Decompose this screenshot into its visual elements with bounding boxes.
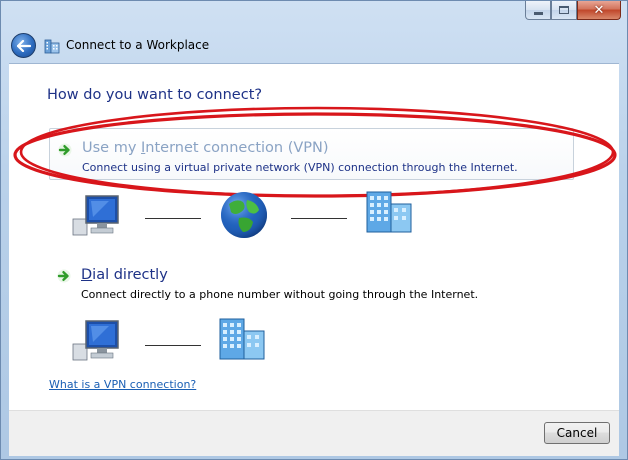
connection-line bbox=[291, 218, 347, 219]
caption-buttons: ✕ bbox=[525, 1, 621, 20]
page-heading: How do you want to connect? bbox=[47, 87, 263, 103]
dial-directly-option[interactable]: Dial directly Connect directly to a phon… bbox=[49, 265, 574, 305]
green-arrow-icon bbox=[58, 143, 72, 157]
wizard-footer: Cancel bbox=[9, 410, 619, 456]
vpn-option-title: Use my Internet connection (VPN) bbox=[82, 140, 329, 156]
connection-line bbox=[145, 345, 201, 346]
close-button[interactable]: ✕ bbox=[577, 1, 621, 20]
wizard-content: How do you want to connect? Use my Inter… bbox=[9, 63, 619, 410]
window-title: Connect to a Workplace bbox=[66, 38, 210, 52]
vpn-option[interactable]: Use my Internet connection (VPN) Connect… bbox=[49, 128, 574, 180]
maximize-button[interactable] bbox=[551, 1, 577, 20]
title-bar: ✕ Connect to a Workplace bbox=[1, 1, 627, 63]
vpn-help-link[interactable]: What is a VPN connection? bbox=[49, 378, 196, 391]
computer-icon bbox=[72, 195, 119, 236]
computer-icon bbox=[72, 320, 119, 361]
vpn-option-description: Connect using a virtual private network … bbox=[82, 161, 518, 174]
minimize-icon bbox=[533, 11, 543, 15]
connection-line bbox=[145, 218, 201, 219]
maximize-icon bbox=[559, 6, 569, 14]
back-button[interactable] bbox=[11, 33, 36, 58]
minimize-button[interactable] bbox=[525, 1, 551, 20]
workplace-app-icon bbox=[44, 39, 60, 54]
green-arrow-icon bbox=[57, 269, 71, 283]
cancel-button[interactable]: Cancel bbox=[544, 422, 610, 444]
connect-to-workplace-window: ✕ Connect to a Workplace How do you want… bbox=[0, 0, 628, 460]
workplace-building-icon bbox=[219, 318, 265, 360]
dial-option-description: Connect directly to a phone number witho… bbox=[81, 288, 479, 301]
close-icon: ✕ bbox=[593, 2, 605, 18]
back-arrow-icon bbox=[16, 39, 31, 52]
dial-option-title: Dial directly bbox=[81, 267, 168, 283]
globe-icon bbox=[221, 192, 267, 238]
workplace-building-icon bbox=[366, 191, 412, 233]
